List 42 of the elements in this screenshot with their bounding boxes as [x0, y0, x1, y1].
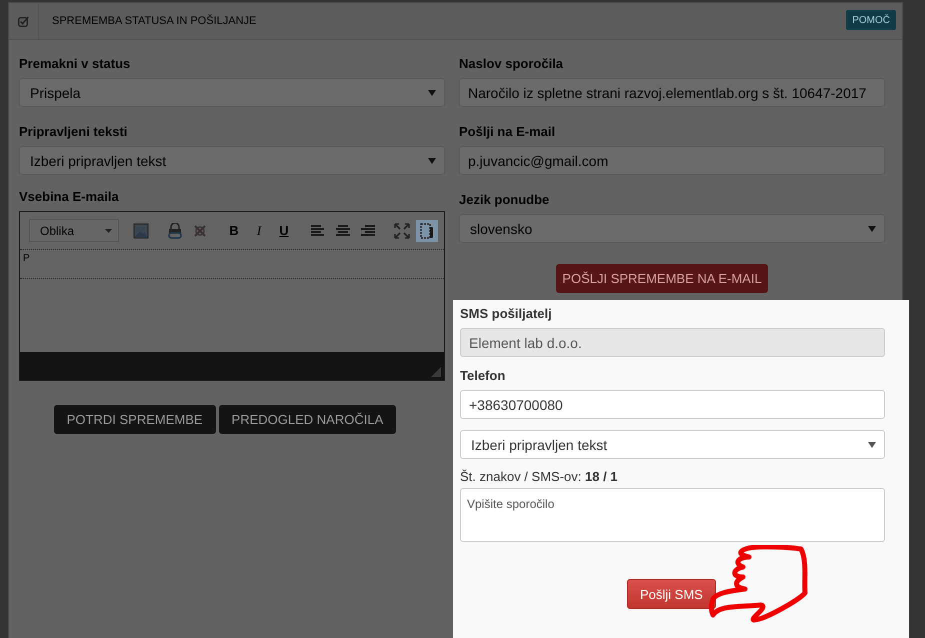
field-label: Telefon	[460, 368, 506, 384]
fullscreen-icon[interactable]	[394, 222, 410, 238]
dropdown[interactable]: Izberi pripravljen tekst	[460, 430, 885, 459]
image-icon[interactable]	[133, 222, 149, 238]
show-blocks-button[interactable]	[416, 220, 438, 242]
format-button[interactable]: U	[273, 220, 295, 242]
align-right-icon[interactable]	[360, 222, 376, 238]
input-field[interactable]: p.juvancic@gmail.com	[459, 146, 885, 175]
caret-icon	[428, 158, 436, 164]
format-button[interactable]: I	[248, 220, 270, 242]
input-field[interactable]: Naročilo iz spletne strani razvoj.elementlab.org s št. 10647-2017	[459, 78, 885, 107]
input-field[interactable]: +38630700080	[460, 390, 885, 419]
dropdown[interactable]: Prispela	[19, 78, 445, 107]
field-label: SMS pošiljatelj	[460, 306, 553, 322]
field-label: Pripravljeni teksti	[19, 124, 128, 140]
format-dropdown[interactable]: Oblika	[29, 219, 119, 242]
action-button[interactable]: POTRDI SPREMEMBE	[54, 405, 216, 434]
message-field[interactable]: Vpišite sporočilo	[460, 488, 885, 542]
action-button[interactable]: PREDOGLED NAROČILA	[218, 405, 396, 434]
caret-icon	[868, 226, 876, 232]
rich-text-editor[interactable]: Oblika B I U P	[19, 211, 445, 381]
caret-icon	[105, 228, 112, 232]
align-left-icon[interactable]	[310, 222, 326, 238]
resize-handle-icon[interactable]	[431, 367, 441, 377]
field-label: Jezik ponudbe	[459, 192, 550, 208]
send-sms-button[interactable]: Pošlji SMS	[627, 579, 716, 609]
format-button[interactable]: B	[223, 220, 245, 242]
field-label: Premakni v status	[19, 56, 132, 72]
field-label: Naslov sporočila	[459, 56, 564, 72]
caret-icon	[428, 90, 436, 96]
checkbox-icon	[18, 16, 29, 26]
field-label: Vsebina E-maila	[19, 189, 120, 205]
element-path: P	[20, 250, 444, 279]
character-counter: Št. znakov / SMS-ov: 18 / 1	[460, 469, 619, 484]
dropdown[interactable]: slovensko	[459, 214, 885, 243]
panel-title: SPREMEMBA STATUSA IN POŠILJANJE	[52, 15, 258, 27]
caret-icon	[868, 442, 876, 448]
align-center-icon[interactable]	[335, 222, 351, 238]
send-email-button[interactable]: POŠLJI SPREMEMBE NA E-MAIL	[556, 264, 768, 293]
field-label: Pošlji na E-mail	[459, 124, 556, 140]
help-button[interactable]: POMOČ	[846, 10, 896, 30]
dropdown[interactable]: Izberi pripravljen tekst	[19, 146, 445, 175]
